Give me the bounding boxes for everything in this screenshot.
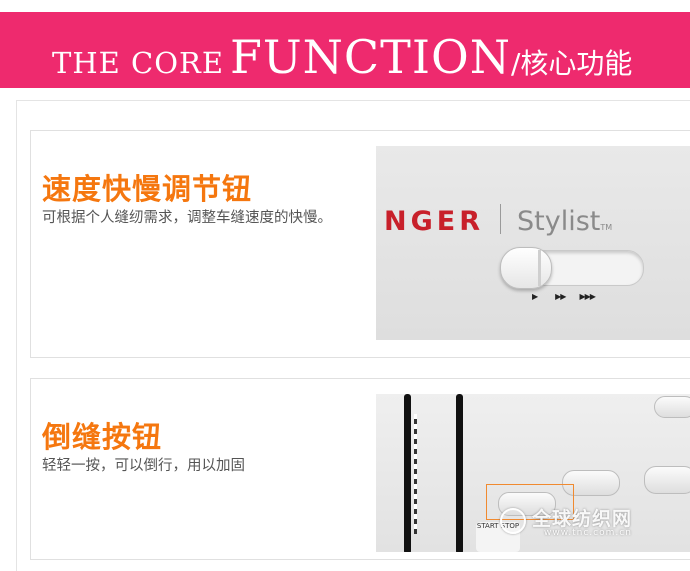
feature-description: 轻轻一按，可以倒行，用以加固: [42, 458, 245, 474]
panel-marking: [414, 414, 417, 534]
watermark-url: www.tnc.com.cn: [544, 528, 632, 538]
needle-button: [644, 466, 690, 494]
feature-title: 速度快慢调节钮: [42, 172, 253, 206]
speed-fast-icon: ▶▶▶: [579, 292, 596, 301]
watermark-logo-icon: [500, 507, 526, 534]
brand-name: NGER: [384, 206, 484, 237]
top-button: [654, 396, 690, 418]
brand-divider: [500, 204, 501, 234]
header-banner: THE CORE FUNCTION /核心功能: [0, 12, 690, 88]
model-name: Stylist: [517, 206, 601, 237]
panel-slot: [456, 394, 463, 552]
section-title: THE CORE FUNCTION /核心功能: [52, 30, 632, 84]
panel-slot: [404, 394, 411, 552]
speed-marks: ▶ ▶▶ ▶▶▶: [532, 292, 596, 301]
speed-control-photo: NGER StylistTM ▶ ▶▶ ▶▶▶: [376, 146, 690, 340]
speed-slow-icon: ▶: [532, 292, 538, 301]
trademark: TM: [600, 223, 613, 232]
feature-title: 倒缝按钮: [42, 420, 163, 454]
watermark: 全球纺织网 www.tnc.com.cn: [500, 504, 633, 538]
speed-medium-icon: ▶▶: [555, 292, 566, 301]
watermark-text: 全球纺织网: [532, 508, 633, 530]
title-small: THE CORE: [52, 46, 224, 80]
title-chinese: /核心功能: [510, 47, 633, 80]
speed-slider-knob: [500, 247, 552, 289]
brand-logo: NGER StylistTM: [384, 204, 612, 237]
title-big: FUNCTION: [230, 30, 511, 84]
feature-description: 可根据个人缝纫需求，调整车缝速度的快慢。: [42, 210, 332, 226]
slider-grip: [538, 250, 541, 286]
